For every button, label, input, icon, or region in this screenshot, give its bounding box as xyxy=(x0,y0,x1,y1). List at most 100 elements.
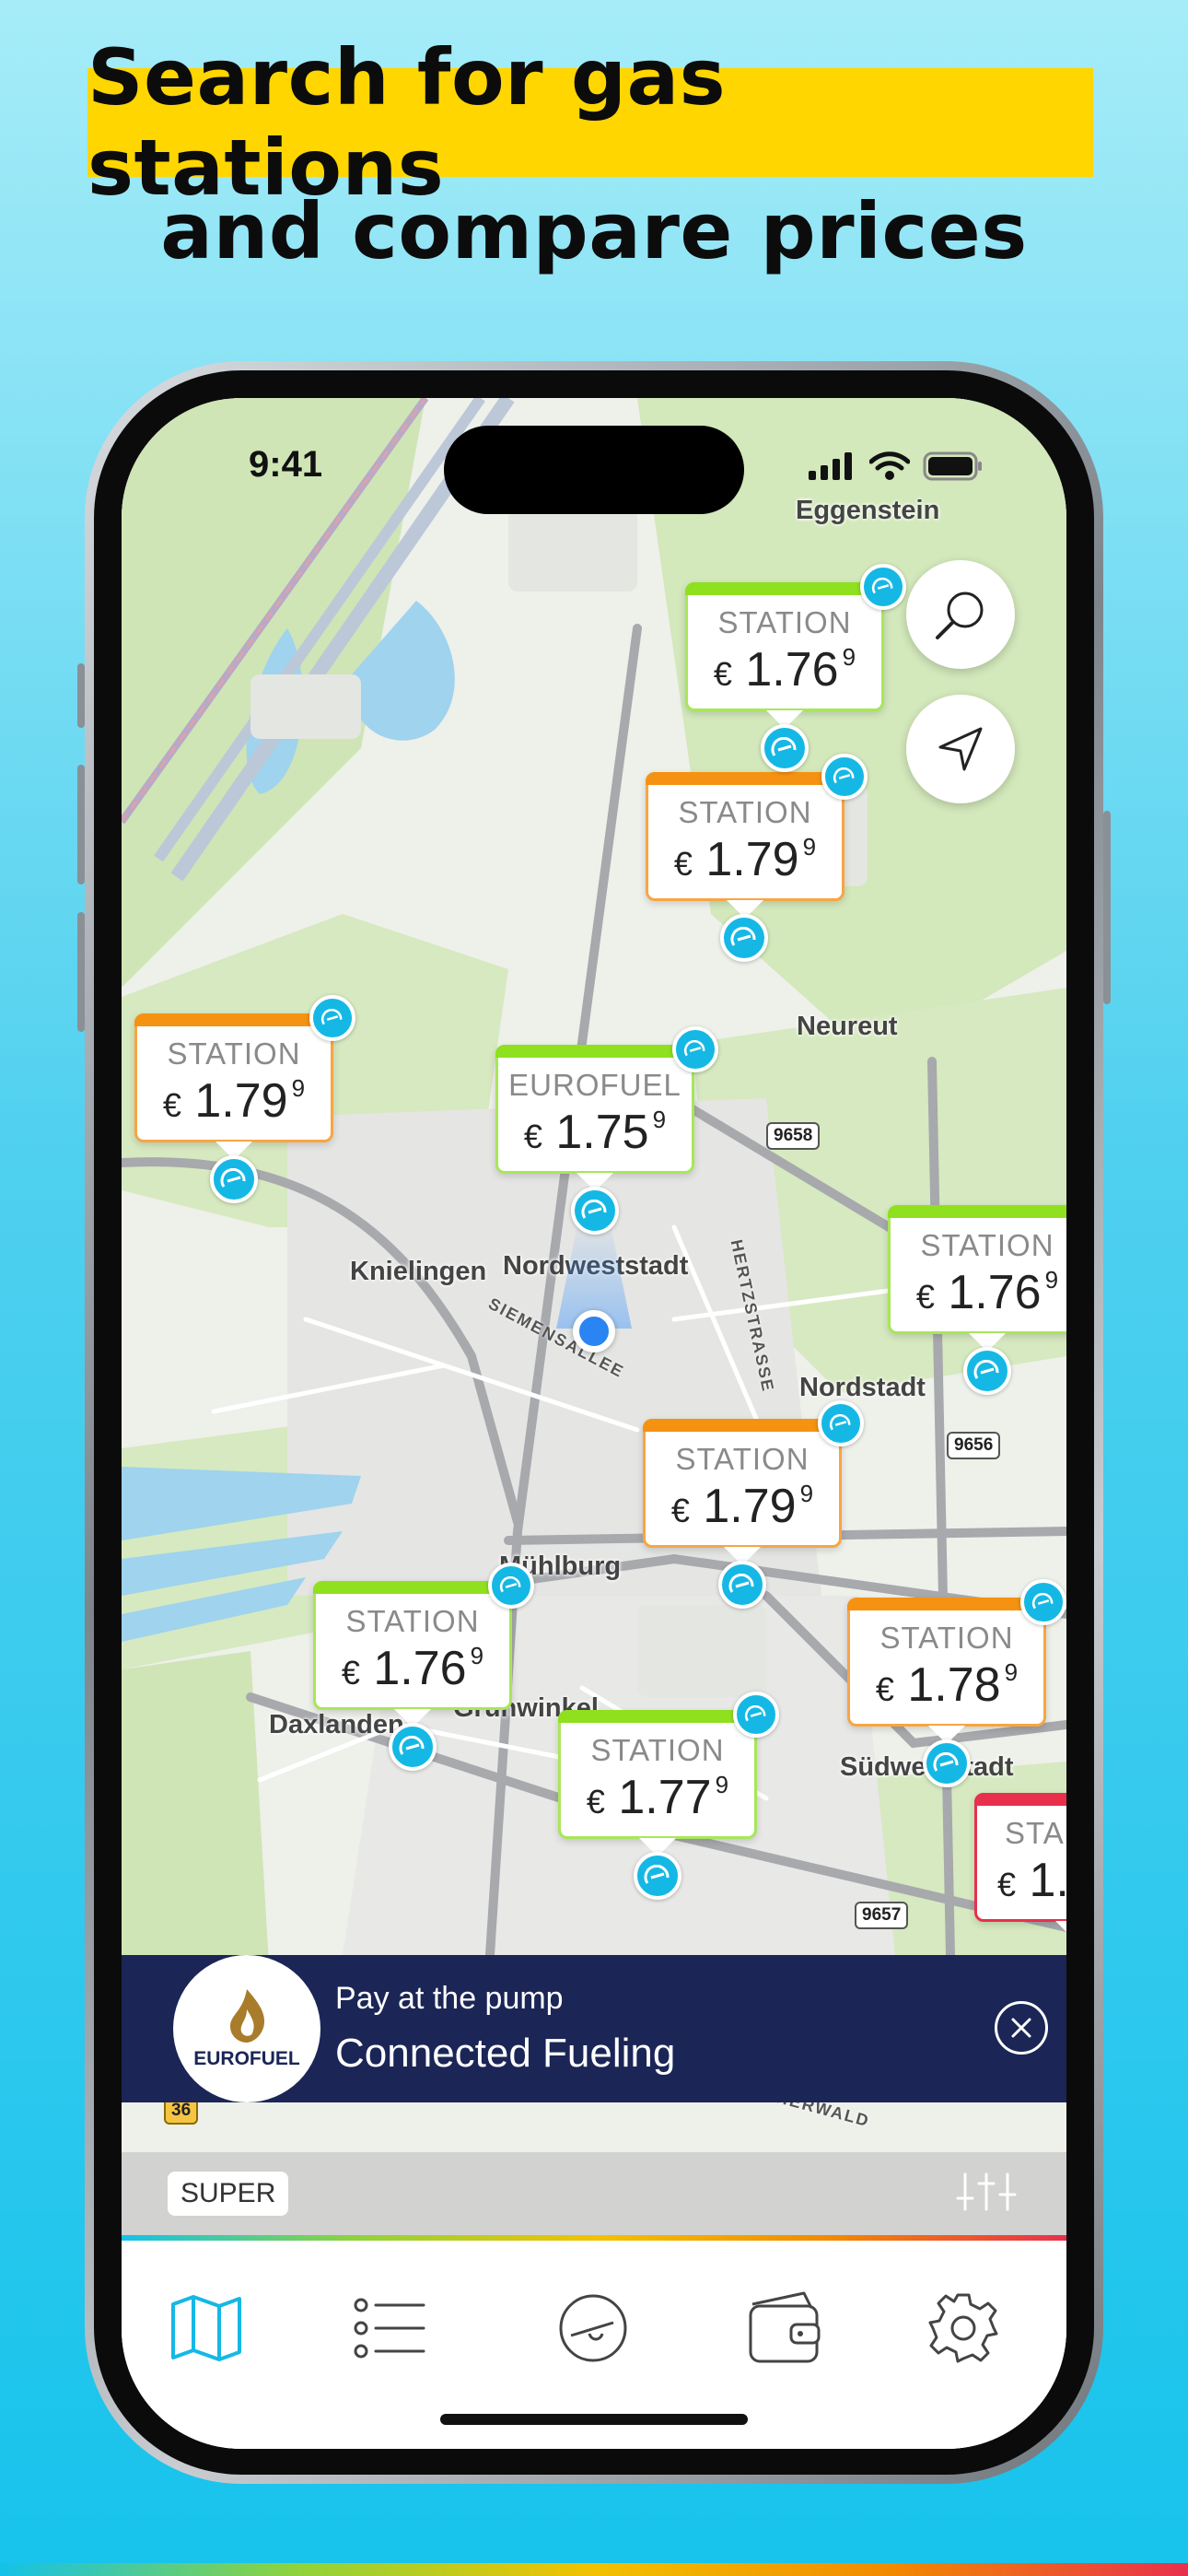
headline-line-2: and compare prices xyxy=(160,186,1028,276)
station-pin[interactable] xyxy=(210,1155,258,1203)
station-name: STATION xyxy=(590,1733,725,1767)
fuel-gauge-icon xyxy=(744,1705,766,1722)
headline-line-1: Search for gas stations xyxy=(87,32,1093,213)
tab-gauge[interactable] xyxy=(538,2277,648,2379)
road-badge: 9657 xyxy=(855,1902,909,1929)
phone-side-button xyxy=(1103,811,1111,1004)
station-name: STATION xyxy=(879,1621,1014,1655)
station-card[interactable]: STATION € 1.79 9 xyxy=(646,772,844,901)
station-price: € 1.76 9 xyxy=(341,1642,484,1695)
station-card[interactable]: STA € 1. xyxy=(974,1793,1066,1922)
battery-icon xyxy=(923,451,982,481)
map-label-neureut: Neureut xyxy=(797,1012,898,1041)
fuel-gauge-icon xyxy=(833,767,855,784)
gauge-icon xyxy=(559,2294,627,2362)
station-card[interactable]: STATION € 1.78 9 xyxy=(847,1598,1046,1727)
fuel-type-chip[interactable]: SUPER xyxy=(168,2172,289,2216)
station-name: STATION xyxy=(345,1604,480,1638)
station-pin[interactable] xyxy=(761,724,809,772)
station-name: STATION xyxy=(678,795,812,829)
list-icon xyxy=(354,2298,425,2359)
tab-settings[interactable] xyxy=(908,2277,1019,2379)
station-name: STA xyxy=(1005,1816,1065,1850)
signal-icon xyxy=(809,452,852,480)
fuel-gauge-icon xyxy=(220,1168,246,1188)
station-pin[interactable] xyxy=(923,1739,971,1787)
fuel-gauge-icon xyxy=(399,1736,425,1755)
user-location-dot xyxy=(573,1310,615,1352)
road-badge: 9658 xyxy=(766,1122,821,1150)
tab-map[interactable] xyxy=(151,2277,262,2379)
wallet-icon xyxy=(749,2291,821,2363)
station-name: EUROFUEL xyxy=(508,1068,681,1102)
flame-icon xyxy=(230,1989,265,2043)
map-label-daxlanden: Daxlanden xyxy=(269,1710,404,1739)
promo-title: Connected Fueling xyxy=(335,2031,676,2076)
promo-subtitle: Pay at the pump xyxy=(335,1981,564,2016)
fuel-gauge-icon xyxy=(1031,1593,1054,1610)
fuel-gauge-icon xyxy=(581,1200,607,1219)
station-name: STATION xyxy=(675,1442,809,1476)
station-price: € 1.78 9 xyxy=(875,1658,1019,1712)
station-card-eurofuel[interactable]: EUROFUEL € 1.75 9 xyxy=(495,1045,694,1174)
locate-button[interactable] xyxy=(906,695,1015,803)
station-pin[interactable] xyxy=(571,1187,619,1235)
close-icon xyxy=(1011,2018,1031,2038)
promo-close-button[interactable] xyxy=(995,2001,1048,2055)
station-pin[interactable] xyxy=(389,1723,437,1771)
map-canvas[interactable] xyxy=(122,398,1066,2449)
search-button[interactable] xyxy=(906,560,1015,669)
station-pin[interactable] xyxy=(634,1852,681,1900)
fuel-gauge-icon xyxy=(499,1576,521,1593)
tab-wallet[interactable] xyxy=(729,2277,840,2379)
fuel-gauge-icon xyxy=(730,927,756,946)
wifi-icon xyxy=(869,451,910,480)
fuel-gauge-icon xyxy=(871,578,893,594)
tab-list[interactable] xyxy=(335,2277,446,2379)
phone-side-button xyxy=(77,912,85,1032)
map-label-eggenstein: Eggenstein xyxy=(796,496,940,525)
location-arrow-icon xyxy=(938,727,983,771)
fuel-gauge-icon xyxy=(320,1009,343,1025)
map-icon xyxy=(171,2295,241,2361)
station-price: € 1.79 9 xyxy=(670,1480,814,1533)
station-name: STATION xyxy=(167,1036,301,1071)
brand-badge xyxy=(821,754,868,800)
station-price: € 1.76 9 xyxy=(915,1266,1059,1319)
app-screen: 9:41 Eggenstein Neureut Knielingen Nordw… xyxy=(122,398,1066,2449)
station-card[interactable]: STATION € 1.79 9 xyxy=(643,1419,842,1548)
station-card[interactable]: STATION € 1.76 9 xyxy=(888,1205,1066,1334)
map-label-nordstadt: Nordstadt xyxy=(799,1373,926,1402)
fuel-gauge-icon xyxy=(973,1360,999,1379)
station-price: € 1.79 9 xyxy=(162,1074,306,1128)
station-price: € 1.76 9 xyxy=(713,643,856,697)
home-indicator xyxy=(440,2414,748,2425)
station-price: € 1. xyxy=(997,1854,1066,1907)
station-card[interactable]: STATION € 1.79 9 xyxy=(134,1013,333,1142)
brand-badge xyxy=(1020,1579,1066,1625)
station-pin[interactable] xyxy=(718,1561,766,1609)
eurofuel-logo-text: EUROFUEL xyxy=(193,2048,300,2069)
fuel-gauge-icon xyxy=(829,1414,851,1431)
station-pin[interactable] xyxy=(720,914,768,962)
map-label-knielingen: Knielingen xyxy=(350,1257,487,1286)
brand-badge xyxy=(488,1563,534,1609)
search-icon xyxy=(936,591,984,639)
fuel-gauge-icon xyxy=(933,1752,959,1772)
station-pin[interactable] xyxy=(963,1347,1011,1395)
station-card[interactable]: STATION € 1.76 9 xyxy=(685,582,884,711)
station-name: STATION xyxy=(920,1228,1054,1262)
brand-badge xyxy=(733,1692,779,1738)
brand-badge xyxy=(818,1400,864,1446)
brand-badge xyxy=(672,1026,718,1072)
status-time: 9:41 xyxy=(249,444,323,485)
station-price: € 1.79 9 xyxy=(673,833,817,886)
station-card[interactable]: STATION € 1.76 9 xyxy=(313,1581,512,1710)
fuel-gauge-icon xyxy=(683,1040,705,1057)
fuel-gauge-icon xyxy=(728,1574,754,1593)
phone-side-button xyxy=(77,765,85,884)
station-card[interactable]: STATION € 1.77 9 xyxy=(558,1710,757,1839)
filter-settings-button[interactable] xyxy=(956,2171,1017,2218)
eurofuel-logo: EUROFUEL xyxy=(173,1955,320,2102)
sliders-icon xyxy=(956,2172,1017,2211)
